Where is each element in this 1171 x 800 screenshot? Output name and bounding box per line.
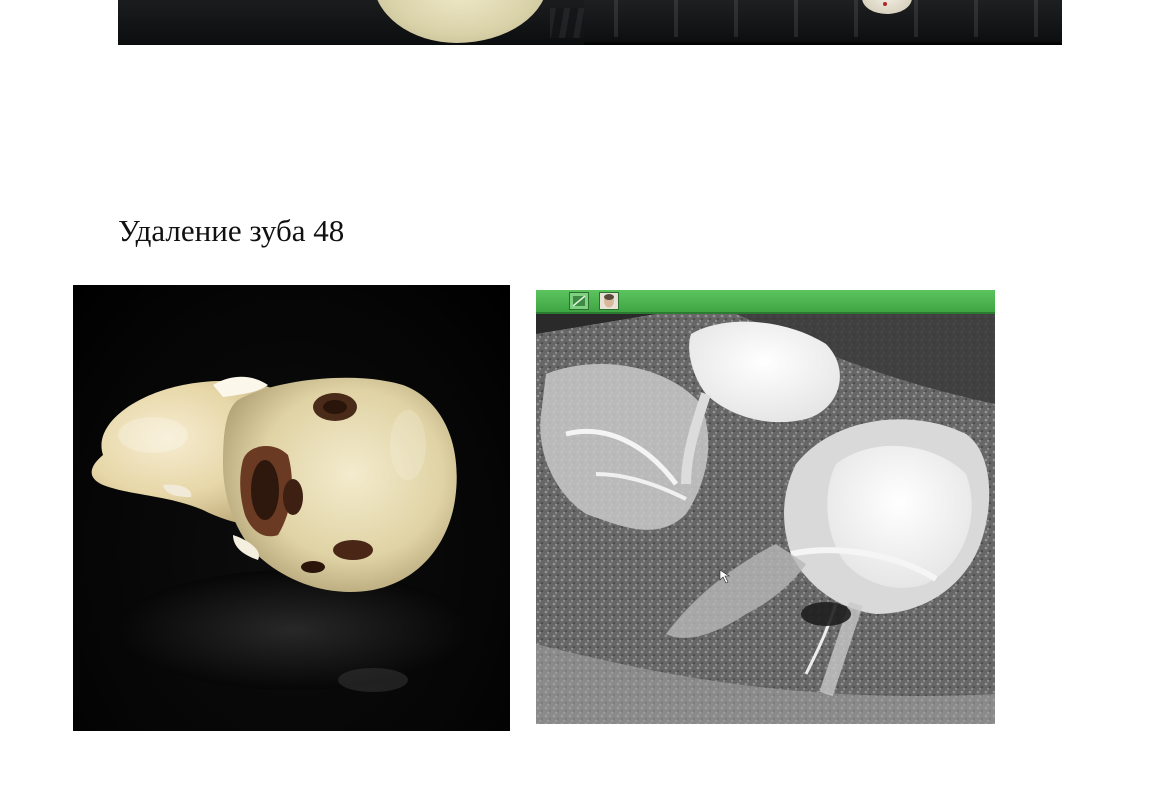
photo-tooth-cropped-left bbox=[118, 0, 584, 45]
photo-extracted-tooth bbox=[73, 285, 510, 731]
page-title: Удаление зуба 48 bbox=[118, 213, 345, 248]
patient-face-icon[interactable] bbox=[599, 292, 619, 310]
photo-tooth-cropped-right bbox=[584, 0, 1062, 45]
xray-image bbox=[536, 290, 995, 724]
contrast-icon[interactable] bbox=[569, 292, 589, 310]
xray-viewer-toolbar bbox=[536, 290, 995, 314]
